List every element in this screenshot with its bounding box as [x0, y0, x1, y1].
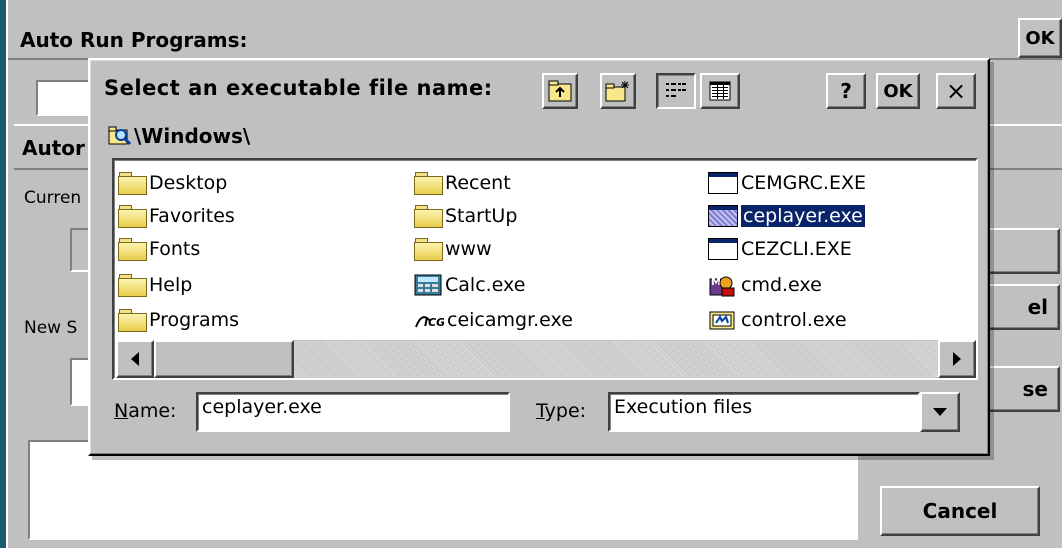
list-item[interactable]: CEZCLI.EXE	[708, 234, 852, 264]
auto-run-input[interactable]	[36, 80, 96, 116]
scroll-left-button[interactable]	[116, 340, 154, 378]
file-name: ceplayer.exe	[740, 204, 866, 228]
list-view-icon	[666, 83, 686, 97]
file-name: Calc.exe	[445, 274, 526, 296]
inner-button-2-label: el	[1027, 295, 1048, 319]
type-select[interactable]: Execution files	[608, 392, 920, 432]
window-exe-icon	[708, 205, 738, 227]
list-item[interactable]: ICG ceicamgr.exe	[414, 305, 573, 335]
file-name: control.exe	[741, 309, 847, 331]
list-item[interactable]: StartUp	[414, 201, 517, 231]
list-item[interactable]: Favorites	[118, 201, 235, 231]
list-item[interactable]: Recent	[414, 168, 511, 198]
folder-icon	[118, 309, 147, 332]
list-item[interactable]: ceplayer.exe	[708, 201, 866, 231]
ceicamgr-icon: ICG	[415, 316, 444, 329]
arrow-right-icon	[953, 352, 961, 366]
folder-icon	[118, 205, 147, 228]
dialog-title: Select an executable file name:	[104, 76, 493, 100]
file-name: CEZCLI.EXE	[741, 238, 852, 260]
list-item[interactable]: control.exe	[708, 305, 847, 335]
details-view-icon	[709, 81, 731, 101]
list-item[interactable]: CEMGRC.EXE	[708, 168, 866, 198]
up-folder-icon	[548, 80, 572, 102]
control-panel-icon	[709, 311, 735, 330]
file-name: CEMGRC.EXE	[741, 172, 866, 194]
folder-icon	[414, 172, 443, 195]
list-view-button[interactable]	[656, 73, 696, 109]
list-item[interactable]: Programs	[118, 305, 239, 335]
type-label-text: ype:	[544, 400, 587, 422]
folder-icon	[118, 238, 147, 261]
file-name: Desktop	[149, 172, 228, 194]
details-view-button[interactable]	[700, 73, 740, 109]
cancel-button[interactable]: Cancel	[880, 486, 1040, 536]
ok-button[interactable]: OK	[876, 73, 920, 109]
type-dropdown-button[interactable]	[920, 392, 960, 432]
name-input[interactable]: ceplayer.exe	[196, 392, 510, 432]
folder-search-icon	[108, 126, 132, 146]
window-exe-icon	[708, 172, 738, 194]
scroll-right-button[interactable]	[938, 340, 976, 378]
current-path: \Windows\	[134, 124, 251, 148]
chevron-down-icon	[933, 408, 947, 416]
calculator-icon	[414, 274, 442, 296]
type-label: Type:	[536, 400, 586, 422]
file-name: StartUp	[445, 205, 518, 227]
close-button[interactable]: ×	[936, 73, 976, 109]
name-label-text: ame:	[128, 400, 177, 422]
folder-icon	[414, 205, 443, 228]
browse-button-label: se	[1022, 377, 1048, 401]
folder-icon	[414, 238, 443, 261]
new-folder-button[interactable]	[600, 73, 636, 109]
auto-run-title: Auto Run Programs:	[20, 28, 248, 52]
svg-text:ICG: ICG	[424, 316, 444, 329]
list-item[interactable]: www	[414, 234, 492, 264]
arrow-left-icon	[131, 352, 139, 366]
type-label-accel: T	[536, 400, 545, 422]
file-name: Programs	[149, 309, 240, 331]
list-item[interactable]: MS cmd.exe	[708, 270, 822, 300]
help-button[interactable]: ?	[826, 73, 866, 109]
inner-window-title: Autor	[22, 136, 85, 160]
window-exe-icon	[708, 238, 738, 260]
file-name: www	[445, 238, 492, 260]
file-name: ceicamgr.exe	[447, 309, 573, 331]
folder-icon	[118, 172, 147, 195]
cmd-icon: MS	[709, 276, 735, 297]
name-label: Name:	[114, 400, 176, 422]
up-folder-button[interactable]	[542, 73, 578, 109]
list-item[interactable]: Calc.exe	[414, 270, 525, 300]
current-label: Curren	[24, 188, 82, 208]
file-name: Favorites	[149, 205, 235, 227]
folder-icon	[118, 274, 147, 297]
list-item[interactable]: Fonts	[118, 234, 200, 264]
file-name: Fonts	[149, 238, 201, 260]
file-name: Recent	[445, 172, 511, 194]
scroll-thumb[interactable]	[154, 340, 294, 378]
new-folder-icon	[605, 81, 629, 102]
auto-run-ok-button[interactable]: OK	[1018, 18, 1062, 58]
file-name: Help	[149, 274, 193, 296]
list-item[interactable]: Desktop	[118, 168, 227, 198]
list-item[interactable]: Help	[118, 270, 192, 300]
file-name: cmd.exe	[741, 274, 822, 296]
name-label-accel: N	[114, 400, 129, 422]
new-label: New S	[24, 318, 78, 338]
